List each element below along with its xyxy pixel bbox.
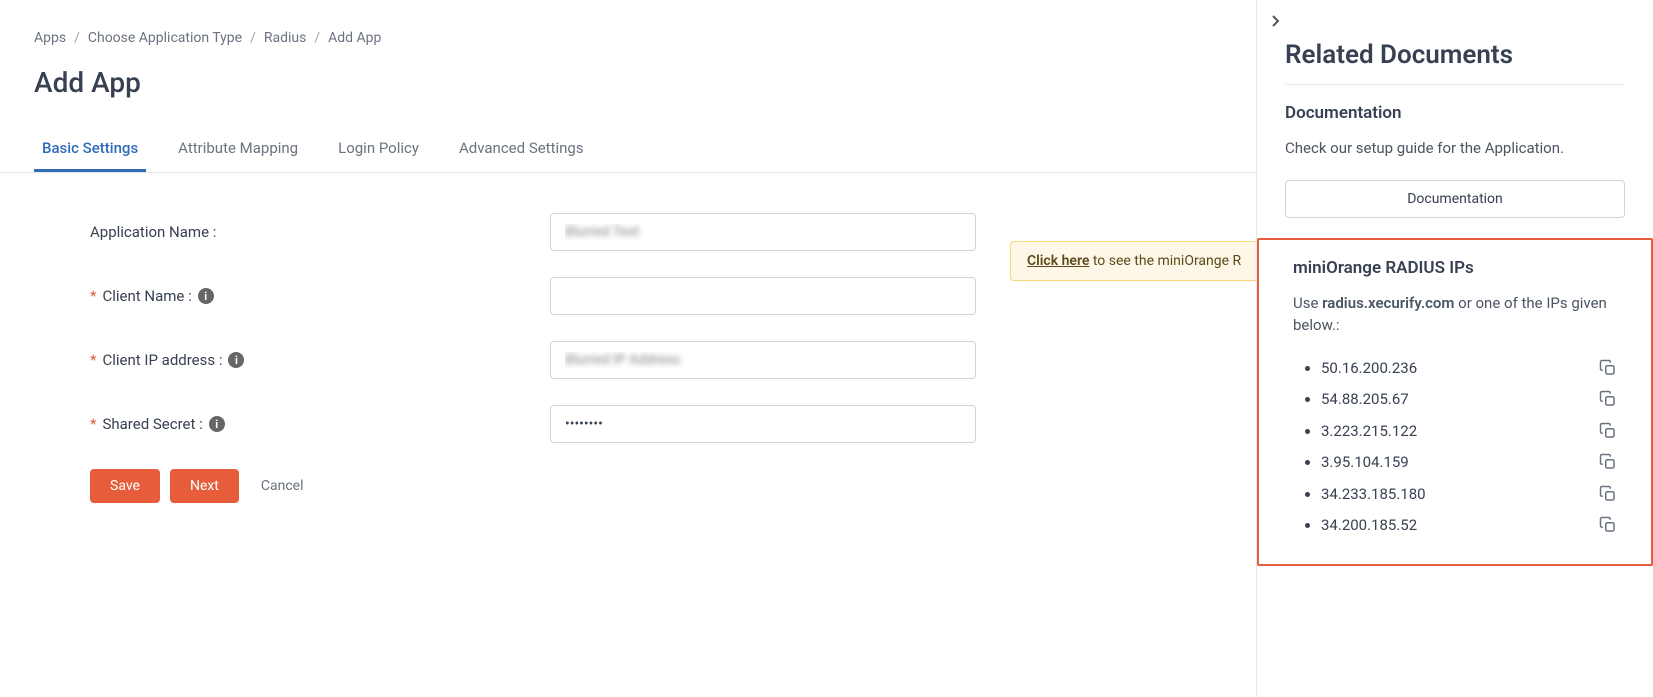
panel-title: Related Documents [1285, 40, 1625, 70]
ips-heading: miniOrange RADIUS IPs [1293, 258, 1617, 278]
info-icon[interactable]: i [198, 288, 214, 304]
app-name-input[interactable] [550, 213, 976, 251]
radius-hostname: radius.xecurify.com [1322, 294, 1454, 312]
client-ip-label: * Client IP address : i [90, 351, 550, 369]
client-name-label: * Client Name : i [90, 287, 550, 305]
ip-item: 3.223.215.122 [1321, 416, 1617, 448]
ip-item: 54.88.205.67 [1321, 384, 1617, 416]
required-marker: * [90, 415, 96, 433]
shared-secret-input[interactable] [550, 405, 976, 443]
ip-item: 50.16.200.236 [1321, 353, 1617, 385]
next-button[interactable]: Next [170, 469, 239, 503]
ip-item: 34.200.185.52 [1321, 510, 1617, 542]
form-area: Application Name : * Client Name : i * C… [0, 173, 1256, 543]
info-icon[interactable]: i [209, 416, 225, 432]
ips-intro-text: Use radius.xecurify.com or one of the IP… [1293, 292, 1617, 337]
doc-text: Check our setup guide for the Applicatio… [1285, 137, 1625, 160]
tab-basic-settings[interactable]: Basic Settings [34, 127, 146, 172]
breadcrumb-sep: / [74, 30, 80, 46]
shared-secret-label: * Shared Secret : i [90, 415, 550, 433]
breadcrumb-radius[interactable]: Radius [264, 30, 307, 46]
required-marker: * [90, 287, 96, 305]
alert-click-here-link[interactable]: Click here [1027, 253, 1089, 269]
radius-ips-box: miniOrange RADIUS IPs Use radius.xecurif… [1257, 238, 1653, 566]
page-title: Add App [0, 46, 1256, 127]
ip-item: 34.233.185.180 [1321, 479, 1617, 511]
copy-icon[interactable] [1599, 514, 1617, 546]
client-name-input[interactable] [550, 277, 976, 315]
doc-heading: Documentation [1285, 103, 1625, 123]
tab-attribute-mapping[interactable]: Attribute Mapping [170, 127, 306, 172]
panel-divider [1285, 84, 1625, 85]
breadcrumb-apps[interactable]: Apps [34, 30, 66, 46]
ip-item: 3.95.104.159 [1321, 447, 1617, 479]
side-panel: Related Documents Documentation Check ou… [1256, 0, 1653, 697]
breadcrumb-choose-type[interactable]: Choose Application Type [88, 30, 242, 46]
documentation-button[interactable]: Documentation [1285, 180, 1625, 218]
breadcrumb: Apps / Choose Application Type / Radius … [0, 0, 1256, 46]
breadcrumb-sep: / [250, 30, 256, 46]
ip-list: 50.16.200.236 54.88.205.67 3.223.215.122 [1293, 353, 1617, 542]
cancel-button[interactable]: Cancel [249, 469, 316, 503]
tab-advanced-settings[interactable]: Advanced Settings [451, 127, 592, 172]
save-button[interactable]: Save [90, 469, 160, 503]
info-icon[interactable]: i [228, 352, 244, 368]
tab-login-policy[interactable]: Login Policy [330, 127, 427, 172]
breadcrumb-sep: / [314, 30, 320, 46]
chevron-right-icon[interactable] [1271, 14, 1281, 32]
alert-rest-text: to see the miniOrange R [1089, 253, 1241, 269]
client-ip-input[interactable] [550, 341, 976, 379]
required-marker: * [90, 351, 96, 369]
app-name-label: Application Name : [90, 223, 550, 241]
tabs-container: Basic Settings Attribute Mapping Login P… [0, 127, 1256, 173]
breadcrumb-current: Add App [328, 30, 381, 46]
